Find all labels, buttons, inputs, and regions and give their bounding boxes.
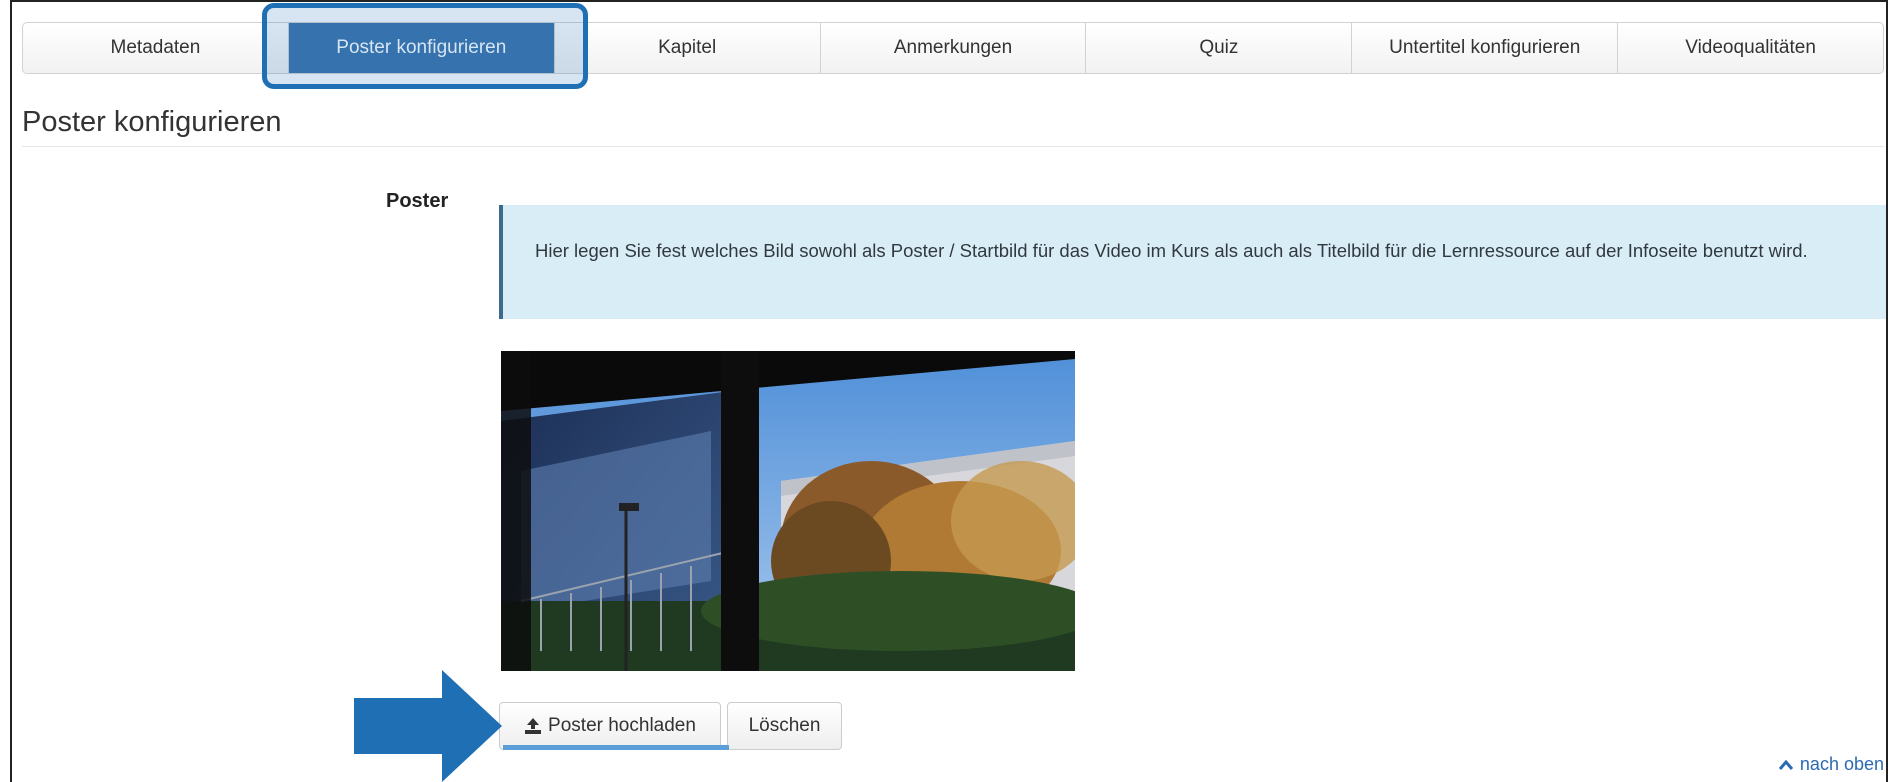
tab-metadaten[interactable]: Metadaten <box>23 23 289 73</box>
poster-field-label: Poster <box>386 190 449 212</box>
tab-untertitel-konfigurieren[interactable]: Untertitel konfigurieren <box>1352 23 1619 73</box>
delete-poster-label: Löschen <box>748 715 821 736</box>
back-to-top-label: nach oben <box>1799 754 1884 774</box>
title-divider <box>22 146 1884 147</box>
page-title: Poster konfigurieren <box>22 106 282 138</box>
chevron-up-icon <box>1778 759 1794 770</box>
upload-icon <box>525 718 542 734</box>
tab-highlight-annotation <box>262 3 588 89</box>
back-to-top-link[interactable]: nach oben <box>1778 754 1884 775</box>
poster-info-alert: Hier legen Sie fest welches Bild sowohl … <box>499 205 1886 319</box>
tab-videoqualitaeten[interactable]: Videoqualitäten <box>1618 23 1884 73</box>
tab-quiz[interactable]: Quiz <box>1086 23 1353 73</box>
poster-image-graphic <box>501 351 1075 671</box>
tab-anmerkungen[interactable]: Anmerkungen <box>820 23 1087 73</box>
upload-underline-annotation <box>503 745 729 750</box>
tab-kapitel[interactable]: Kapitel <box>554 23 821 73</box>
upload-poster-button[interactable]: Poster hochladen <box>499 702 721 750</box>
poster-image <box>501 351 1075 671</box>
upload-poster-label: Poster hochladen <box>548 715 696 736</box>
poster-info-text: Hier legen Sie fest welches Bild sowohl … <box>535 240 1808 261</box>
delete-poster-button[interactable]: Löschen <box>727 702 842 750</box>
arrow-annotation-icon <box>354 670 502 782</box>
